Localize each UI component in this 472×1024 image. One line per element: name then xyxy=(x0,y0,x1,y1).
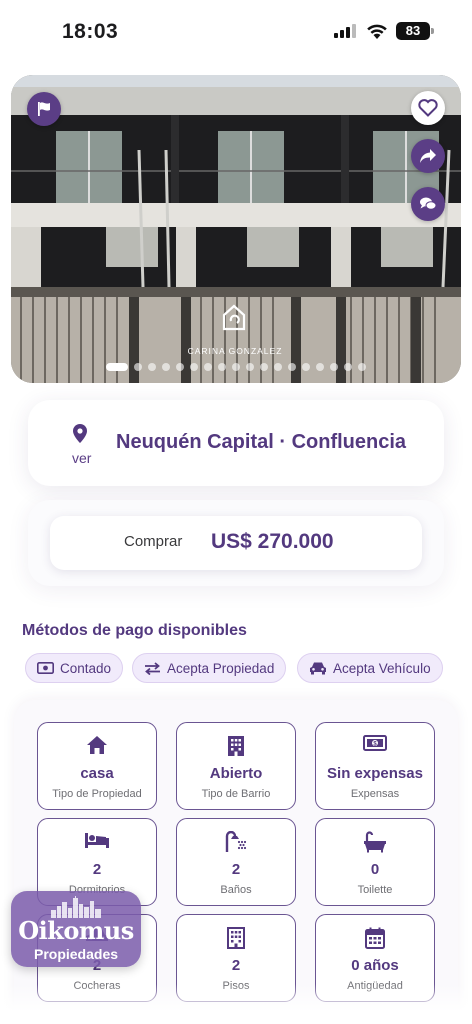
carousel-dot[interactable] xyxy=(218,363,226,371)
feature-expenses: $ Sin expensas Expensas xyxy=(315,722,435,810)
bottom-fade xyxy=(0,984,472,1024)
city-skyline-icon xyxy=(51,896,101,918)
property-photo: CARINA GONZALEZ xyxy=(11,75,461,383)
heart-icon xyxy=(418,99,438,117)
flag-icon xyxy=(38,102,50,116)
carousel-dot[interactable] xyxy=(330,363,338,371)
cash-icon xyxy=(37,662,54,674)
feature-label: Tipo de Propiedad xyxy=(52,788,142,800)
payment-chip-property: Acepta Propiedad xyxy=(132,653,287,683)
feature-value: 0 xyxy=(370,861,380,878)
feature-value: 2 xyxy=(92,861,102,878)
wifi-icon xyxy=(367,24,387,39)
feature-value: Abierto xyxy=(209,765,263,782)
feature-value: 2 xyxy=(231,957,241,974)
carousel-dot[interactable] xyxy=(246,363,254,371)
feature-label: Baños xyxy=(220,884,252,896)
carousel-dot[interactable] xyxy=(302,363,310,371)
carousel-dot[interactable] xyxy=(148,363,156,371)
payment-chip-vehicle: Acepta Vehículo xyxy=(297,653,443,683)
carousel-dot[interactable] xyxy=(106,363,128,371)
bed-icon xyxy=(85,833,109,848)
shower-icon xyxy=(225,831,247,852)
feature-value: 0 años xyxy=(351,957,399,974)
carousel-pagination[interactable] xyxy=(11,363,461,371)
price-section: Comprar US$ 270.000 xyxy=(28,500,444,586)
report-button[interactable] xyxy=(27,92,61,126)
battery-indicator: 83 xyxy=(396,22,434,40)
cellular-signal-icon xyxy=(334,24,356,38)
money-icon: $ xyxy=(363,735,387,751)
carousel-dot[interactable] xyxy=(134,363,142,371)
carousel-dot[interactable] xyxy=(344,363,352,371)
payment-chip-label: Contado xyxy=(60,660,112,676)
bathtub-icon xyxy=(364,831,386,853)
share-icon xyxy=(420,149,436,163)
favorite-button[interactable] xyxy=(411,91,445,125)
map-pin-icon[interactable] xyxy=(72,424,88,444)
location-card[interactable]: ver Neuquén Capital · Confluencia xyxy=(28,400,444,486)
brand-badge[interactable]: Oikomus Propiedades xyxy=(11,891,141,967)
feature-label: Toilette xyxy=(357,884,393,896)
carousel-dot[interactable] xyxy=(162,363,170,371)
carousel-dot[interactable] xyxy=(190,363,198,371)
payment-chip-label: Acepta Propiedad xyxy=(167,660,275,676)
car-icon xyxy=(310,662,326,675)
feature-value: Sin expensas xyxy=(327,765,423,782)
share-button[interactable] xyxy=(411,139,445,173)
feature-label: Tipo de Barrio xyxy=(201,788,271,800)
feature-value: 2 xyxy=(231,861,241,878)
property-photo-carousel[interactable]: CARINA GONZALEZ xyxy=(11,75,461,383)
status-bar: 18:03 83 xyxy=(0,0,472,62)
carousel-dot[interactable] xyxy=(288,363,296,371)
calendar-icon xyxy=(365,927,385,949)
brand-subtitle: Propiedades xyxy=(33,946,119,962)
view-map-link[interactable]: ver xyxy=(72,450,91,466)
feature-label: Expensas xyxy=(350,788,400,800)
price-card: Comprar US$ 270.000 xyxy=(50,516,422,570)
carousel-dot[interactable] xyxy=(232,363,240,371)
feature-neighborhood-type: Abierto Tipo de Barrio xyxy=(176,722,296,810)
chat-button[interactable] xyxy=(411,187,445,221)
carousel-dot[interactable] xyxy=(204,363,212,371)
payment-chip-label: Acepta Vehículo xyxy=(333,660,431,676)
status-time: 18:03 xyxy=(62,20,119,43)
photo-watermark: CARINA GONZALEZ xyxy=(188,346,283,356)
operation-type: Comprar xyxy=(124,533,183,550)
carousel-dot[interactable] xyxy=(260,363,268,371)
brand-name: Oikomus xyxy=(18,916,134,945)
feature-value: casa xyxy=(80,765,114,782)
carousel-dot[interactable] xyxy=(274,363,282,371)
carousel-dot[interactable] xyxy=(176,363,184,371)
feature-bathrooms: 2 Baños xyxy=(176,818,296,906)
building-icon xyxy=(227,927,245,949)
location-name: Neuquén Capital · Confluencia xyxy=(116,431,407,453)
chat-icon xyxy=(420,197,437,210)
payment-methods-title: Métodos de pago disponibles xyxy=(22,622,247,639)
payment-chip-cash: Contado xyxy=(25,653,124,683)
feature-toilette: 0 Toilette xyxy=(315,818,435,906)
price-amount: US$ 270.000 xyxy=(211,530,334,553)
home-icon xyxy=(87,736,107,754)
carousel-dot[interactable] xyxy=(358,363,366,371)
building-icon xyxy=(228,736,244,756)
feature-property-type: casa Tipo de Propiedad xyxy=(37,722,157,810)
carousel-dot[interactable] xyxy=(316,363,324,371)
property-detail-screen: 18:03 83 CARINA GONZALEZ ver Neuquén Cap… xyxy=(0,0,472,1024)
swap-icon xyxy=(145,661,160,675)
